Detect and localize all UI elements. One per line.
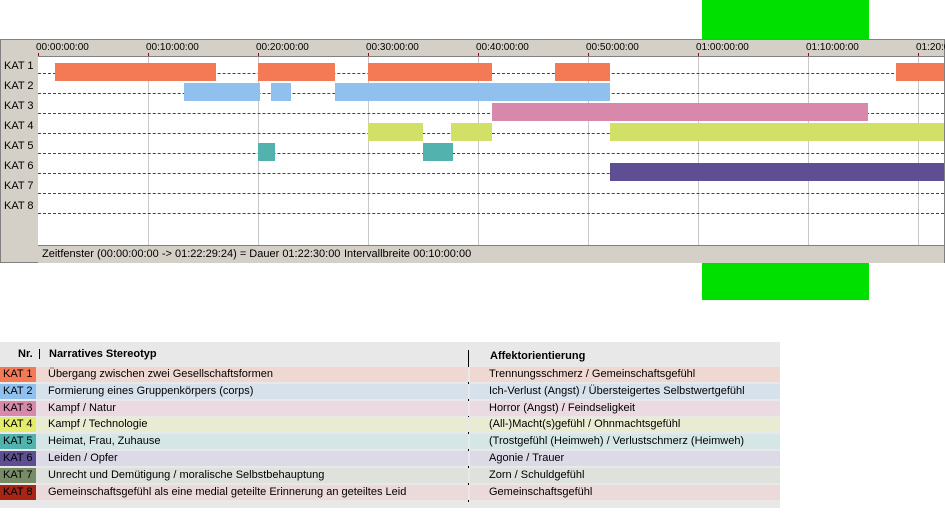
- grid-line: [698, 57, 699, 245]
- tick-mark: [368, 53, 369, 56]
- track-label-2: KAT 2: [4, 80, 34, 92]
- tick-label: 00:40:00:00: [476, 42, 529, 53]
- segment-kat1[interactable]: [54, 63, 217, 81]
- track-label-1: KAT 1: [4, 60, 34, 72]
- tick-mark: [148, 53, 149, 56]
- track-labels: KAT 1 KAT 2 KAT 3 KAT 4 KAT 5 KAT 6 KAT 7 KAT 8: [1, 40, 38, 262]
- segment-kat4[interactable]: [450, 123, 493, 141]
- legend-category-badge: KAT 6: [0, 451, 36, 466]
- tick-mark: [258, 53, 259, 56]
- segment-kat3[interactable]: [492, 103, 869, 121]
- status-interval-text: Intervallbreite 00:10:00:00: [344, 248, 472, 260]
- legend-affekt: Horror (Angst) / Feindseligkeit: [489, 401, 636, 414]
- segment-kat2[interactable]: [271, 83, 291, 101]
- segment-kat1[interactable]: [258, 63, 335, 81]
- segment-kat6[interactable]: [610, 163, 944, 181]
- legend-category-badge: KAT 5: [0, 434, 36, 450]
- green-marker-bottom: [702, 263, 869, 300]
- segment-kat4[interactable]: [610, 123, 944, 141]
- legend-affekt: Trennungsschmerz / Gemeinschaftsgefühl: [489, 368, 696, 380]
- tick-label: 00:30:00:00: [366, 42, 419, 53]
- segment-kat2[interactable]: [335, 83, 610, 101]
- green-marker-top: [702, 0, 869, 39]
- legend-affekt: Ich-Verlust (Angst) / Übersteigertes Sel…: [489, 384, 745, 397]
- legend-stereotype: Unrecht und Demütigung / moralische Selb…: [48, 468, 325, 481]
- track-label-7: KAT 7: [4, 180, 34, 192]
- legend-table: Nr. Narratives Stereotyp Affektorientier…: [0, 342, 780, 508]
- header-nr: Nr.: [18, 348, 33, 360]
- legend-category-badge: KAT 4: [0, 417, 36, 433]
- grid-line: [918, 57, 919, 245]
- header-stereotype: Narratives Stereotyp: [49, 348, 157, 360]
- tick-mark: [698, 53, 699, 56]
- nr-divider: [39, 349, 40, 359]
- legend-stereotype: Übergang zwischen zwei Gesellschaftsform…: [48, 368, 273, 380]
- status-bar: Zeitfenster (00:00:00:00 -> 01:22:29:24)…: [38, 245, 944, 263]
- segment-kat1[interactable]: [368, 63, 493, 81]
- legend-header: Nr. Narratives Stereotyp Affektorientier…: [0, 342, 780, 364]
- legend-row: KAT 5 Heimat, Frau, Zuhause (Trostgefühl (…: [0, 434, 780, 450]
- segment-kat4[interactable]: [368, 123, 423, 141]
- legend-row: KAT 4 Kampf / Technologie (All-)Macht(s)ge…: [0, 417, 780, 433]
- legend-category-badge: KAT 1: [0, 367, 36, 382]
- track-line-5: [38, 153, 944, 154]
- segment-kat1[interactable]: [896, 63, 944, 81]
- grid-line: [808, 57, 809, 245]
- segment-kat1[interactable]: [555, 63, 610, 81]
- tick-mark: [478, 53, 479, 56]
- tick-label: 00:20:00:00: [256, 42, 309, 53]
- segment-kat2[interactable]: [184, 83, 261, 101]
- track-label-6: KAT 6: [4, 160, 34, 172]
- legend-row: KAT 8 Gemeinschaftsgefühl als eine medial…: [0, 484, 780, 500]
- timeline-plot[interactable]: [38, 57, 944, 245]
- track-label-5: KAT 5: [4, 140, 34, 152]
- track-line-7: [38, 193, 944, 194]
- legend-row: KAT 1 Übergang zwischen zwei Gesellschaft…: [0, 367, 780, 382]
- legend-row: KAT 3 Kampf / Natur Horror (Angst) / Feind…: [0, 400, 780, 416]
- track-label-4: KAT 4: [4, 120, 34, 132]
- legend-stereotype: Kampf / Technologie: [48, 418, 148, 431]
- time-ruler[interactable]: 00:00:00:00 00:10:00:00 00:20:00:00 00:30:0…: [36, 40, 945, 57]
- tick-mark: [588, 53, 589, 56]
- tick-label: 01:00:00:00: [696, 42, 749, 53]
- legend-category-badge: KAT 2: [0, 383, 36, 399]
- tick-label: 00:00:00:00: [36, 42, 89, 53]
- tick-mark: [38, 53, 39, 56]
- legend-stereotype: Kampf / Natur: [48, 401, 116, 414]
- legend-affekt: Agonie / Trauer: [489, 452, 565, 464]
- legend-stereotype: Heimat, Frau, Zuhause: [48, 435, 161, 448]
- tick-label: 00:10:00:00: [146, 42, 199, 53]
- track-label-8: KAT 8: [4, 200, 34, 212]
- legend-category-badge: KAT 3: [0, 400, 36, 416]
- track-label-3: KAT 3: [4, 100, 34, 112]
- segment-kat5[interactable]: [258, 143, 275, 161]
- segment-kat5[interactable]: [423, 143, 453, 161]
- tick-mark: [918, 53, 919, 56]
- status-window-text: Zeitfenster (00:00:00:00 -> 01:22:29:24)…: [42, 248, 341, 260]
- legend-stereotype: Formierung eines Gruppenkörpers (corps): [48, 384, 254, 397]
- tick-mark: [808, 53, 809, 56]
- track-line-8: [38, 213, 944, 214]
- tick-label: 00:50:00:00: [586, 42, 639, 53]
- header-affekt: Affektorientierung: [490, 350, 586, 362]
- legend-row: KAT 2 Formierung eines Gruppenkörpers (co…: [0, 383, 780, 399]
- legend-row: KAT 6 Leiden / Opfer Agonie / Trauer: [0, 451, 780, 466]
- grid-line: [148, 57, 149, 245]
- legend-affekt: (All-)Macht(s)gefühl / Ohnmachtsgefühl: [489, 418, 681, 431]
- legend-category-badge: KAT 7: [0, 467, 36, 483]
- legend-affekt: Gemeinschaftsgefühl: [489, 485, 593, 498]
- timeline-panel: KAT 1 KAT 2 KAT 3 KAT 4 KAT 5 KAT 6 KAT 7 KAT 8…: [0, 39, 945, 263]
- legend-affekt: (Trostgefühl (Heimweh) / Verlustschmerz …: [489, 435, 745, 448]
- tick-label: 01:20:00:00: [916, 42, 945, 53]
- legend-category-badge: KAT 8: [0, 484, 36, 500]
- legend-affekt: Zorn / Schuldgefühl: [489, 468, 585, 481]
- legend-stereotype: Leiden / Opfer: [48, 452, 118, 464]
- legend-row: KAT 7 Unrecht und Demütigung / moralische…: [0, 467, 780, 483]
- tick-label: 01:10:00:00: [806, 42, 859, 53]
- legend-stereotype: Gemeinschaftsgefühl als eine medial gete…: [48, 485, 407, 498]
